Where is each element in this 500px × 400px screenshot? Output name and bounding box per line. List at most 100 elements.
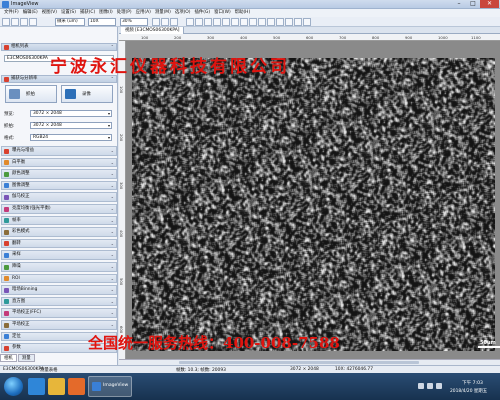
sidebar-item-roi[interactable]: ROI ⌄	[1, 273, 117, 284]
format-select[interactable]: RGB24	[30, 134, 112, 141]
flag-icon[interactable]	[418, 383, 424, 389]
chevron-up-icon[interactable]: ⌃	[111, 44, 114, 50]
sidebar-item-exposure[interactable]: 曝光与增益 ⌄	[1, 146, 117, 156]
chevron-down-icon[interactable]: ⌄	[111, 147, 114, 154]
camera-icon	[4, 45, 9, 50]
tab-measure[interactable]: 测量	[17, 354, 35, 362]
network-icon[interactable]	[427, 383, 433, 389]
chevron-down-icon[interactable]: ⌄	[111, 286, 114, 293]
sidebar-item-label: 帧率	[12, 217, 21, 223]
calibrate-icon[interactable]	[285, 18, 293, 26]
sidebar-item-frame-rate[interactable]: 帧率 ⌄	[1, 215, 117, 226]
sidebar-item-color-mode[interactable]: 彩色模式 ⌄	[1, 227, 117, 237]
menu-view[interactable]: 视图(V)	[40, 9, 59, 17]
menu-settings[interactable]: 设置(S)	[59, 9, 78, 17]
menu-window[interactable]: 窗口(W)	[212, 9, 233, 17]
sidebar-item-sampling[interactable]: 采样 ⌄	[1, 250, 117, 260]
microscope-image[interactable]	[132, 58, 495, 351]
ie-icon[interactable]	[28, 378, 45, 395]
volume-icon[interactable]	[436, 383, 442, 389]
chevron-down-icon[interactable]: ⌄	[111, 182, 114, 189]
sidebar-item-flat-field-ffc[interactable]: 平场校正(FFC) ⌄	[1, 308, 117, 318]
scale-icon[interactable]	[303, 18, 311, 26]
imageview-app-icon	[92, 382, 101, 391]
zoom-out-icon[interactable]	[170, 18, 178, 26]
chevron-down-icon[interactable]: ⌄	[111, 321, 114, 328]
sidebar-item-dark-field-binning[interactable]: 暗场Binning ⌄	[1, 285, 117, 295]
menu-options[interactable]: 选项(O)	[173, 9, 193, 17]
document-tab[interactable]: 视频 [E3CMOS06300KPA]	[121, 27, 185, 34]
sidebar-item-histogram[interactable]: 直方图 ⌄	[1, 296, 117, 307]
record-button[interactable]: 录像	[61, 85, 113, 103]
new-icon[interactable]	[2, 18, 10, 26]
open-icon[interactable]	[11, 18, 19, 26]
chevron-down-icon[interactable]: ⌄	[111, 193, 114, 200]
explorer-icon[interactable]	[48, 378, 65, 395]
camera-list-header[interactable]: 相机列表 ⌃	[1, 43, 117, 51]
ruler-tick-label: 200	[119, 134, 124, 142]
clock-time[interactable]: 下午 7:03	[462, 380, 483, 386]
sidebar-item-gamma[interactable]: 伽马校正 ⌄	[1, 192, 117, 202]
print-icon[interactable]	[29, 18, 37, 26]
menu-image[interactable]: 图像(I)	[97, 9, 115, 17]
chevron-down-icon[interactable]: ⌄	[111, 205, 114, 212]
text-icon[interactable]	[231, 18, 239, 26]
circle-icon[interactable]	[213, 18, 221, 26]
sidebar-item-flat-field[interactable]: 平场校正 ⌄	[1, 320, 117, 330]
save-icon[interactable]	[20, 18, 28, 26]
chevron-down-icon[interactable]: ⌄	[111, 309, 114, 316]
sidebar-item-image-adjust[interactable]: 图像调整 ⌄	[1, 180, 117, 191]
chevron-down-icon[interactable]: ⌄	[111, 217, 114, 224]
menu-apply[interactable]: 应用(A)	[134, 9, 153, 17]
maximize-button[interactable]: □	[466, 0, 480, 8]
menu-file[interactable]: 文件(F)	[2, 9, 21, 17]
grid-icon[interactable]	[294, 18, 302, 26]
preview-resolution-select[interactable]: 3072 × 2048	[30, 110, 112, 117]
start-button[interactable]	[4, 377, 23, 396]
select-icon[interactable]	[186, 18, 194, 26]
polygon-icon[interactable]	[249, 18, 257, 26]
chevron-down-icon[interactable]: ⌄	[111, 240, 114, 247]
chevron-down-icon[interactable]: ⌄	[111, 275, 114, 282]
fit-icon[interactable]	[152, 18, 160, 26]
line-icon[interactable]	[195, 18, 203, 26]
chevron-down-icon[interactable]: ⌄	[111, 228, 114, 235]
menu-help[interactable]: 帮助(H)	[233, 9, 253, 17]
menu-measure[interactable]: 测量(M)	[153, 9, 173, 17]
close-button[interactable]: ✕	[480, 0, 499, 8]
angle-icon[interactable]	[222, 18, 230, 26]
menu-edit[interactable]: 编辑(E)	[21, 9, 40, 17]
menu-process[interactable]: 处理(P)	[115, 9, 134, 17]
sidebar-item-flip[interactable]: 翻转 ⌄	[1, 238, 117, 249]
chevron-down-icon[interactable]: ⌄	[111, 263, 114, 270]
media-player-icon[interactable]	[68, 378, 85, 395]
scrollbar-thumb[interactable]	[179, 361, 419, 364]
zoom-select[interactable]: 30%	[120, 18, 148, 26]
ruler-icon[interactable]	[276, 18, 284, 26]
snap-button[interactable]: 抓拍	[5, 85, 57, 103]
chevron-down-icon[interactable]: ⌄	[111, 251, 114, 258]
minimize-button[interactable]: –	[452, 0, 466, 8]
tab-camera[interactable]: 相机	[0, 354, 17, 362]
chevron-down-icon[interactable]: ⌄	[111, 159, 114, 166]
point-icon[interactable]	[240, 18, 248, 26]
chevron-down-icon[interactable]: ⌄	[111, 298, 114, 305]
sidebar-item-color-adjust[interactable]: 颜色调整 ⌄	[1, 169, 117, 179]
sidebar-item-brightness-balance[interactable]: 亮度均衡(强光平衡) ⌄	[1, 204, 117, 214]
sidebar-item-denoise[interactable]: 降噪 ⌄	[1, 262, 117, 272]
rect-icon[interactable]	[204, 18, 212, 26]
clock-date[interactable]: 2018/4/20 星期五	[450, 388, 487, 394]
magnification-select[interactable]: 10X	[88, 18, 116, 26]
curve-icon[interactable]	[258, 18, 266, 26]
snap-resolution-select[interactable]: 3072 × 2048	[30, 122, 112, 129]
menu-capture[interactable]: 捕获(C)	[78, 9, 97, 17]
sidebar-item-white-balance[interactable]: 白平衡 ⌄	[1, 157, 117, 168]
menu-plugins[interactable]: 插件(G)	[192, 9, 212, 17]
arrow-icon[interactable]	[267, 18, 275, 26]
app-icon	[2, 1, 9, 8]
taskbar-imageview[interactable]: ImageView	[88, 376, 132, 397]
unit-select[interactable]: 微米 (um)	[55, 18, 85, 26]
capture-title: 捕获与分辨率	[11, 76, 38, 81]
chevron-down-icon[interactable]: ⌄	[111, 170, 114, 177]
zoom-in-icon[interactable]	[161, 18, 169, 26]
